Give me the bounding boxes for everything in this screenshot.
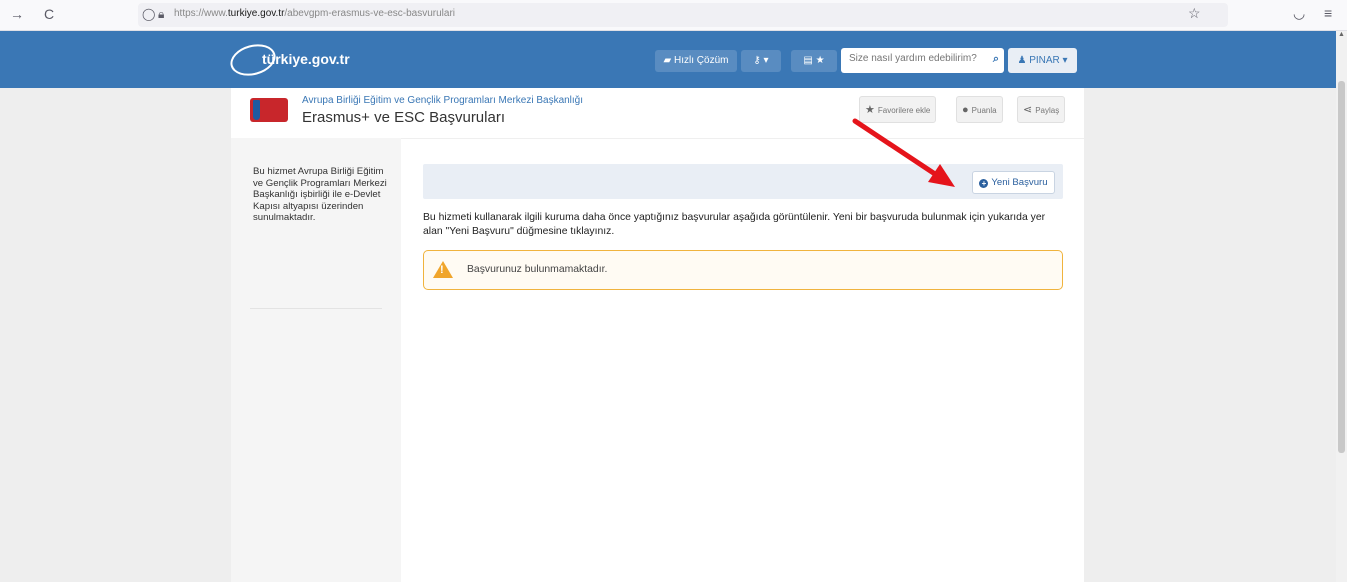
chat-icon: ▰ [663, 55, 672, 66]
reload-icon[interactable]: C [44, 6, 54, 22]
plus-circle-icon: + [979, 179, 989, 188]
service-provider-note: Bu hizmet Avrupa Birliği Eğitim ve Gençl… [253, 166, 387, 223]
key-icon: ⚷ [753, 55, 761, 66]
pocket-icon[interactable]: ◡ [1293, 5, 1305, 22]
shield-icon[interactable]: ◯ [142, 7, 155, 21]
id-card-star-button[interactable]: ▤ ★ [791, 50, 837, 72]
user-icon: ♟ [1017, 55, 1027, 66]
service-card: Avrupa Birliği Eğitim ve Gençlik Program… [231, 88, 1084, 582]
action-toolbar: + Yeni Başvuru [423, 164, 1063, 199]
url-text[interactable]: https://www.turkiye.gov.tr/abevgpm-erasm… [174, 8, 455, 19]
page-scrollbar[interactable]: ▲ [1336, 31, 1347, 582]
lock-icon[interactable]: 🔒︎ [158, 7, 164, 22]
new-application-button[interactable]: + Yeni Başvuru [972, 171, 1055, 194]
info-text: Bu hizmeti kullanarak ilgili kuruma daha… [423, 212, 1046, 237]
star-icon: ★ [865, 104, 875, 117]
quick-solution-button[interactable]: ▰ Hızlı Çözüm [655, 50, 737, 72]
speech-bubble-icon: ● [962, 104, 969, 117]
id-card-icon: ▤ [803, 55, 813, 66]
share-icon: ⋖ [1023, 104, 1033, 117]
search-icon[interactable]: ⌕ [993, 53, 999, 66]
alert-message: Başvurunuz bulunmamaktadır. [467, 264, 608, 275]
forward-arrow-icon[interactable]: → [10, 6, 24, 22]
caret-down-icon: ▾ [763, 55, 769, 66]
caret-down-icon: ▾ [1062, 55, 1068, 66]
institution-logo [250, 98, 288, 122]
address-bar[interactable]: ◯ 🔒︎ https://www.turkiye.gov.tr/abevgpm-… [138, 3, 1228, 27]
bookmark-star-icon[interactable]: ☆ [1188, 5, 1201, 22]
menu-icon[interactable]: ≡ [1324, 5, 1332, 21]
no-applications-alert: ! Başvurunuz bulunmamaktadır. [423, 250, 1063, 290]
sidebar: Bu hizmet Avrupa Birliği Eğitim ve Gençl… [231, 138, 401, 582]
key-dropdown-button[interactable]: ⚷ ▾ [741, 50, 781, 72]
page-title: Erasmus+ ve ESC Başvuruları [302, 109, 505, 126]
scroll-thumb[interactable] [1338, 81, 1345, 453]
rate-button[interactable]: ● Puanla [956, 96, 1003, 123]
site-header: türkiye.gov.tr ▰ Hızlı Çözüm ⚷ ▾ ▤ ★ ⌕ ♟… [0, 31, 1336, 88]
share-button[interactable]: ⋖ Paylaş [1017, 96, 1066, 123]
user-menu-button[interactable]: ♟ PINAR ▾ [1008, 48, 1077, 73]
institution-name[interactable]: Avrupa Birliği Eğitim ve Gençlik Program… [302, 95, 583, 106]
search-box[interactable]: ⌕ [841, 48, 1004, 73]
star-icon: ★ [815, 55, 825, 66]
scroll-up-arrow-icon[interactable]: ▲ [1338, 31, 1345, 38]
add-favorite-button[interactable]: ★ Favorilere ekle [859, 96, 937, 123]
browser-toolbar: → C ◯ 🔒︎ https://www.turkiye.gov.tr/abev… [0, 0, 1347, 31]
search-input[interactable] [847, 52, 983, 65]
sidebar-divider [250, 308, 382, 309]
warning-icon: ! [433, 261, 453, 278]
